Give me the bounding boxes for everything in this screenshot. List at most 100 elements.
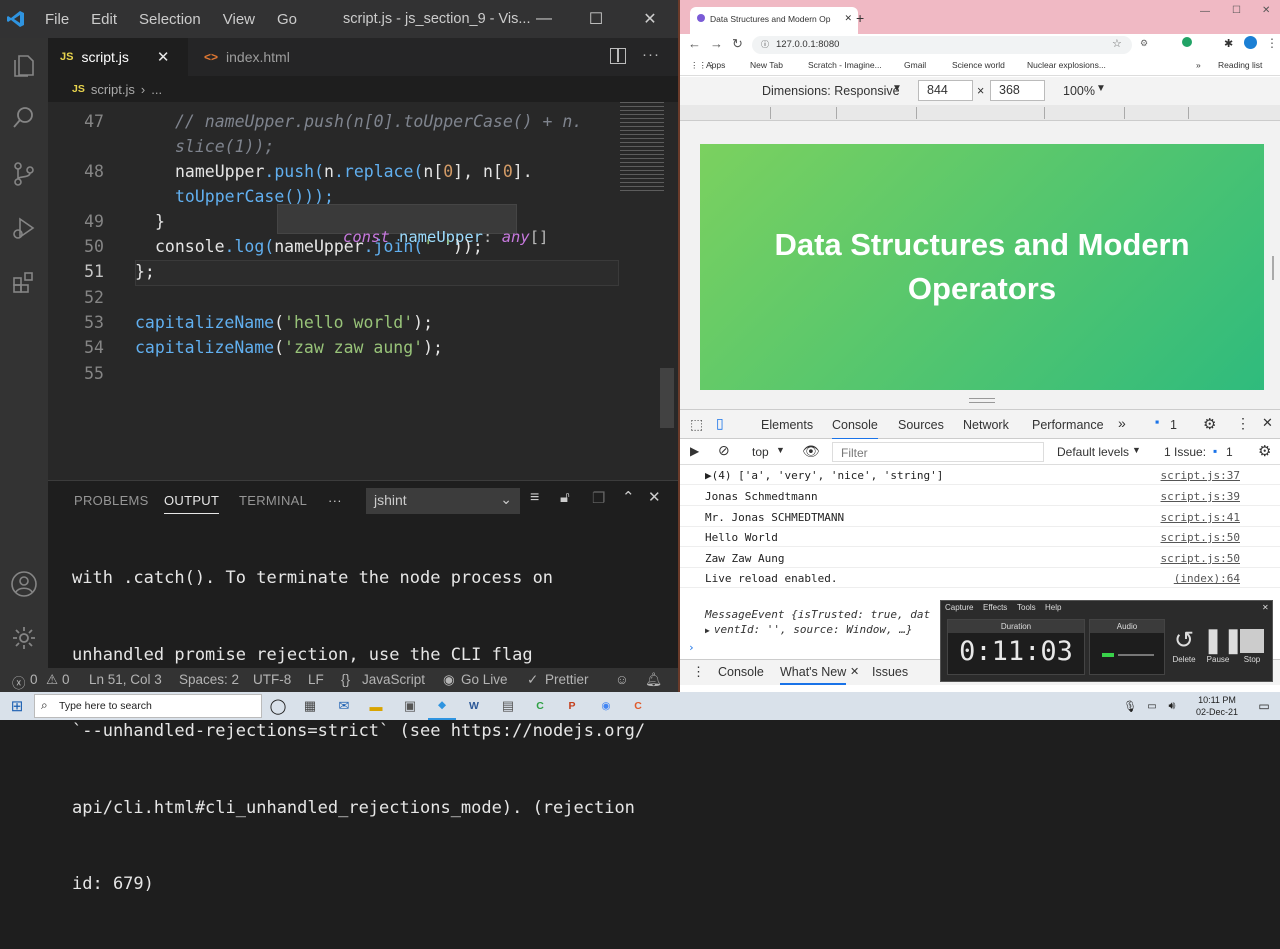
avatar[interactable] [1244,36,1257,49]
issues-icon[interactable]: ▪ [1155,415,1159,429]
cursor-position[interactable]: Ln 51, Col 3 [89,672,162,687]
browser-tab[interactable]: Data Structures and Modern Op ✕ [690,7,858,34]
bookmark-apps[interactable]: Apps [706,60,725,70]
bookmark-nuclear[interactable]: Nuclear explosions... [1027,60,1106,70]
split-editor-icon[interactable] [610,48,626,64]
tab-performance[interactable]: Performance [1032,418,1104,432]
tab-console[interactable]: Console [832,418,878,440]
drawer-tab-issues[interactable]: Issues [872,665,908,679]
output-channel-select[interactable]: jshint ⌄ [366,488,520,514]
back-icon[interactable]: ← [688,36,701,51]
recorder-menu-help[interactable]: Help [1045,603,1061,612]
source-link[interactable]: (index):64 [1174,572,1240,585]
filter-input[interactable]: Filter [832,442,1044,462]
settings-gear-icon[interactable] [0,614,48,662]
task-view-icon[interactable]: ◯ [264,692,292,720]
sidebar-toggle-icon[interactable]: ▶︎ [690,444,699,458]
tab-network[interactable]: Network [963,418,1009,432]
recorder-app-icon[interactable]: C [624,692,652,720]
puzzle-extensions-icon[interactable]: ✱ [1224,37,1233,50]
tab-problems[interactable]: PROBLEMS [74,493,149,508]
message-event-line[interactable]: ▶ ventId: '', source: Window, …} [705,623,913,636]
notifications-icon[interactable]: ▭ [1252,692,1276,720]
pause-button[interactable]: ❚❚ Pause [1203,627,1243,679]
maximize-icon[interactable]: ☐ [1232,5,1241,16]
breadcrumb-more[interactable]: ... [151,82,162,97]
new-tab-icon[interactable]: + [856,10,864,26]
vscode-taskbar-icon[interactable]: ◆ [428,692,456,720]
source-link[interactable]: script.js:39 [1161,490,1240,503]
tab-terminal[interactable]: TERMINAL [239,493,307,508]
tab-sources[interactable]: Sources [898,418,944,432]
account-icon[interactable] [0,560,48,608]
extension-icon[interactable] [1182,37,1192,47]
console-row[interactable]: Live reload enabled. (index):64 [680,568,1280,588]
bookmark-new-tab[interactable]: New Tab [750,60,783,70]
panel-more-icon[interactable]: ··· [328,493,342,508]
language-mode[interactable]: JavaScript [362,672,425,687]
prettier-button[interactable]: Prettier [545,672,589,687]
clear-console-icon[interactable]: ⊘ [718,442,730,459]
drawer-tab-whats-new[interactable]: What's New [780,665,847,685]
more-tabs-icon[interactable]: » [1118,415,1126,431]
menu-selection[interactable]: Selection [128,11,212,28]
close-tab-icon[interactable]: ✕ [844,13,852,24]
bookmark-science-world[interactable]: Science world [952,60,1005,70]
maximize-icon[interactable]: ☐ [570,0,622,38]
height-input[interactable]: 368 [990,80,1045,101]
close-drawer-tab-icon[interactable]: ✕ [850,665,859,678]
dimensions-select[interactable]: Dimensions: Responsive [762,84,900,98]
inspect-element-icon[interactable]: ⬚ [690,416,703,433]
extensions-icon[interactable] [0,258,48,306]
drawer-tab-console[interactable]: Console [718,665,764,679]
delete-button[interactable]: ↺ Delete [1169,627,1199,679]
source-link[interactable]: script.js:37 [1161,469,1240,482]
warnings-count[interactable]: 0 [62,672,70,687]
warning-icon[interactable]: ⚠ [46,672,58,688]
issue-count[interactable]: 1 [1226,445,1233,459]
console-row[interactable]: ▶(4) ['a', 'very', 'nice', 'string'] scri… [680,465,1280,485]
notifications-bell-icon[interactable]: 🔔︎ [645,672,662,688]
stop-button[interactable]: Stop [1237,627,1267,679]
line-ending[interactable]: LF [308,672,324,687]
recorder-menu-effects[interactable]: Effects [983,603,1007,612]
bookmark-gmail[interactable]: Gmail [904,60,926,70]
address-bar[interactable]: ⓘ 127.0.0.1:8080 [752,36,1132,54]
settings-gear-icon[interactable]: ⚙ [1203,415,1216,433]
close-window-icon[interactable]: ✕ [624,0,676,38]
menu-edit[interactable]: Edit [80,11,128,28]
windows-start-icon[interactable]: ⊞ [0,692,34,720]
forward-icon[interactable]: → [710,36,723,51]
console-row[interactable]: Zaw Zaw Aung script.js:50 [680,548,1280,568]
file-explorer-icon[interactable]: ▬ [362,692,390,720]
feedback-icon[interactable]: ☺ [615,672,629,687]
mail-icon[interactable]: ✉ [330,692,358,720]
clear-output-icon[interactable]: ≡ [530,489,539,507]
menu-view[interactable]: View [212,11,266,28]
app-icon[interactable]: ▤ [494,692,522,720]
close-recorder-icon[interactable]: ✕ [1262,603,1269,612]
editor-scrollbar[interactable] [660,368,674,428]
app-icon[interactable]: ▣ [396,692,424,720]
message-event-line[interactable]: MessageEvent {isTrusted: true, dat [705,608,930,621]
explorer-icon[interactable] [0,42,48,90]
resize-handle[interactable] [969,398,995,403]
expand-arrow-icon[interactable]: ▶ [705,626,710,635]
menu-file[interactable]: File [34,11,80,28]
encoding[interactable]: UTF-8 [253,672,291,687]
device-toolbar-icon[interactable]: ▯ [716,415,724,432]
minimap[interactable] [620,102,664,192]
tab-index-html[interactable]: <> index.html [192,38,302,76]
maximize-panel-icon[interactable]: ⌃ [622,488,635,506]
extension-icon[interactable]: ⚙ [1140,38,1148,49]
tab-elements[interactable]: Elements [761,418,813,432]
close-tab-icon[interactable]: ✕ [157,48,170,66]
bookmark-scratch[interactable]: Scratch - Imagine... [808,60,882,70]
eye-icon[interactable]: 👁︎ [802,443,820,460]
console-row[interactable]: Jonas Schmedtmann script.js:39 [680,486,1280,506]
close-devtools-icon[interactable]: ✕ [1262,415,1273,431]
open-editor-icon[interactable]: ❐ [592,489,605,507]
source-control-icon[interactable] [0,150,48,198]
tab-output[interactable]: OUTPUT [164,493,220,514]
menu-kebab-icon[interactable]: ⋮ [1236,415,1250,432]
